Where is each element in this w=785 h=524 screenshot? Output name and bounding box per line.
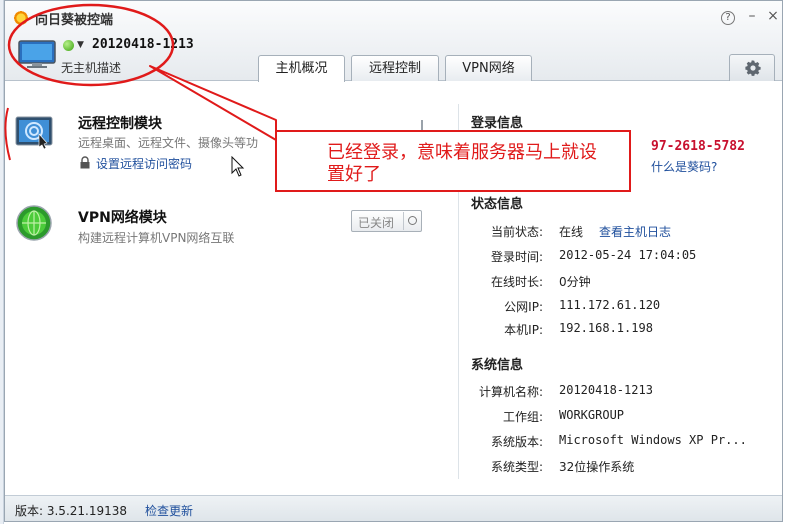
mouse-cursor-icon: [231, 156, 245, 177]
vpn-module-description: 构建远程计算机VPN网络互联: [78, 231, 235, 245]
online-status-dot[interactable]: [63, 40, 74, 51]
host-name: 20120418-1213: [92, 37, 194, 52]
system-label-workgroup: 工作组:: [502, 410, 543, 424]
remote-module-description: 远程桌面、远程文件、摄像头等功: [78, 136, 259, 150]
system-value-computer-name: 20120418-1213: [559, 383, 653, 397]
tab-vpn-network[interactable]: VPN网络: [445, 55, 532, 81]
version-text: 版本: 3.5.21.19138: [15, 504, 128, 518]
view-host-log-link[interactable]: 查看主机日志: [599, 223, 671, 240]
status-label-login-time: 登录时间:: [490, 250, 543, 264]
tab-remote-control[interactable]: 远程控制: [351, 55, 439, 81]
system-value-workgroup: WORKGROUP: [559, 408, 625, 422]
remote-desktop-icon: [15, 116, 53, 150]
system-label-os-version: 系统版本:: [490, 435, 543, 449]
status-label-online-duration: 在线时长:: [490, 275, 543, 289]
check-update-link[interactable]: 检查更新: [145, 502, 193, 519]
status-label-current: 当前状态:: [490, 225, 543, 239]
status-label-public-ip: 公网IP:: [504, 300, 543, 314]
app-window: 向日葵被控端 ? – × ▼ 20120418-1213 无主机描述 主机概况 …: [4, 0, 783, 522]
host-description[interactable]: 无主机描述: [61, 59, 121, 76]
chevron-down-icon[interactable]: ▼: [77, 40, 84, 50]
system-label-os-type: 系统类型:: [490, 460, 543, 474]
lock-icon: [80, 156, 90, 169]
toggle-knob-icon: [403, 212, 420, 230]
status-label-local-ip: 本机IP:: [504, 323, 543, 337]
app-title-area: 向日葵被控端: [13, 9, 114, 28]
remote-module-title: 远程控制模块: [78, 116, 162, 132]
status-bar: 版本: 3.5.21.19138 检查更新: [5, 495, 782, 521]
system-label-computer-name: 计算机名称:: [478, 385, 543, 399]
system-info-heading: 系统信息: [471, 358, 524, 373]
settings-button[interactable]: [729, 54, 775, 81]
status-value-current: 在线: [559, 225, 584, 239]
app-title: 向日葵被控端: [35, 12, 114, 28]
monitor-icon: [18, 40, 56, 68]
vpn-toggle-switch[interactable]: 已关闭: [351, 210, 422, 232]
annotation-callout-text: 已经登录，意味着服务器马上就设置好了: [327, 142, 597, 185]
vpn-module-title: VPN网络模块: [78, 210, 167, 226]
what-is-code-link[interactable]: 什么是葵码?: [651, 158, 717, 175]
tab-host-overview[interactable]: 主机概况: [258, 55, 345, 82]
set-access-password-link[interactable]: 设置远程访问密码: [96, 155, 192, 172]
minimize-button[interactable]: –: [745, 9, 759, 24]
vpn-globe-icon: [16, 205, 52, 241]
login-info-heading: 登录信息: [471, 116, 524, 131]
title-bar: 向日葵被控端 ? – × ▼ 20120418-1213 无主机描述 主机概况 …: [5, 1, 782, 82]
close-button[interactable]: ×: [766, 9, 780, 24]
system-value-os-version: Microsoft Windows XP Pr...: [559, 433, 747, 447]
gear-icon: [745, 60, 761, 76]
status-value-public-ip: 111.172.61.120: [559, 298, 661, 312]
vpn-toggle-label: 已关闭: [358, 216, 395, 230]
status-value-local-ip: 192.168.1.198: [559, 321, 653, 335]
status-info-heading: 状态信息: [471, 197, 524, 212]
system-value-os-type: 32位操作系统: [559, 460, 635, 474]
status-value-online-duration: 0分钟: [559, 275, 591, 289]
help-button[interactable]: ?: [721, 11, 735, 25]
sunflower-logo-icon: [13, 10, 29, 26]
annotation-callout: 已经登录，意味着服务器马上就设置好了: [275, 130, 631, 192]
sunflower-code: 97-2618-5782: [651, 139, 745, 154]
status-value-login-time: 2012-05-24 17:04:05: [559, 248, 697, 262]
